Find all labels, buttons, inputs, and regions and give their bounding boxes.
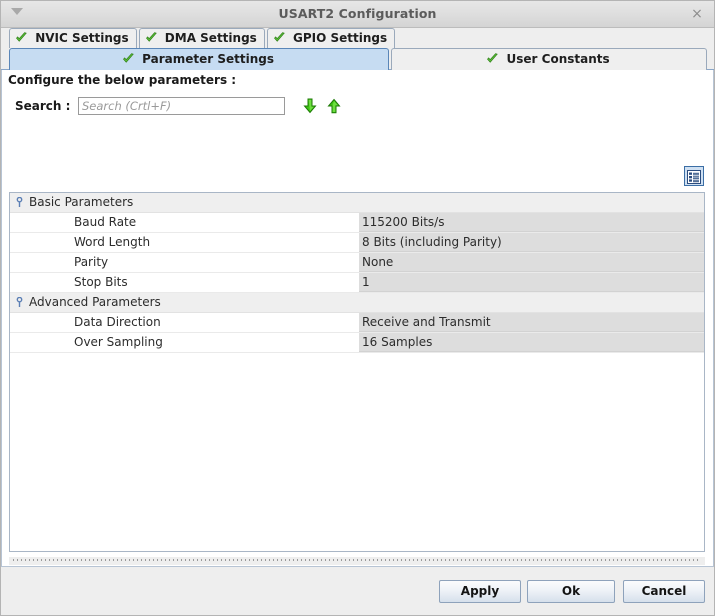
row-name: Over Sampling [74,335,163,349]
table-row[interactable]: Baud Rate 115200 Bits/s [10,213,704,233]
list-view-icon [687,169,701,188]
splitter-grip-icon [13,559,701,561]
tab-panel-parameter-settings: Configure the below parameters : Search … [1,70,714,566]
cancel-button[interactable]: Cancel [623,580,705,603]
tab-gpio-settings[interactable]: GPIO Settings [266,28,396,48]
group-label: Basic Parameters [29,195,134,209]
table-row[interactable]: Parity None [10,253,704,273]
table-row[interactable]: Word Length 8 Bits (including Parity) [10,233,704,253]
green-check-icon [273,32,290,47]
tree-expanded-icon[interactable] [10,297,29,308]
parameter-table[interactable]: Basic Parameters Baud Rate 115200 Bits/s… [9,192,705,552]
green-arrow-down-icon[interactable] [302,98,318,114]
tab-parameter-settings[interactable]: Parameter Settings [9,48,389,70]
ok-button[interactable]: Ok [527,580,615,603]
search-input[interactable] [78,97,285,115]
group-name-cell: Basic Parameters [10,193,359,212]
table-row[interactable]: Stop Bits 1 [10,273,704,293]
list-view-toggle-button[interactable] [684,166,704,186]
green-check-icon [145,32,162,47]
dialog-footer: Apply Ok Cancel [1,566,714,615]
row-value[interactable]: Receive and Transmit [359,313,704,332]
close-icon[interactable]: × [688,5,706,23]
row-name: Data Direction [74,315,161,329]
row-value[interactable]: None [359,253,704,272]
row-value[interactable]: 115200 Bits/s [359,213,704,232]
row-name: Baud Rate [74,215,137,229]
group-value-cell [359,193,704,212]
row-name: Word Length [74,235,151,249]
panel-splitter[interactable] [9,557,705,565]
green-check-icon [122,53,139,68]
green-check-icon [15,32,32,47]
table-group-row[interactable]: Advanced Parameters [10,293,704,313]
tab-label: User Constants [506,52,610,66]
tree-expanded-icon[interactable] [10,197,29,208]
tab-row-secondary: Parameter Settings User Constants [1,48,714,70]
tab-user-constants[interactable]: User Constants [391,48,707,70]
row-name: Parity [74,255,109,269]
row-value[interactable]: 1 [359,273,704,292]
tab-label: DMA Settings [164,31,257,45]
tab-label: NVIC Settings [35,31,129,45]
search-bar: Search : [2,92,713,124]
group-name-cell: Advanced Parameters [10,293,359,312]
row-value[interactable]: 16 Samples [359,333,704,352]
apply-button[interactable]: Apply [439,580,521,603]
dialog-window: USART2 Configuration × NVIC Settings DMA… [0,0,715,616]
row-value[interactable]: 8 Bits (including Parity) [359,233,704,252]
tab-dma-settings[interactable]: DMA Settings [138,28,265,48]
table-group-row[interactable]: Basic Parameters [10,193,704,213]
group-label: Advanced Parameters [29,295,161,309]
table-row[interactable]: Data Direction Receive and Transmit [10,313,704,333]
green-arrow-up-icon[interactable] [326,98,342,114]
title-bar: USART2 Configuration × [1,1,714,28]
green-check-icon [486,53,503,68]
group-value-cell [359,293,704,312]
search-label: Search : [15,99,71,113]
tab-label: Parameter Settings [142,52,275,66]
row-name: Stop Bits [74,275,128,289]
table-row[interactable]: Over Sampling 16 Samples [10,333,704,353]
tab-nvic-settings[interactable]: NVIC Settings [9,28,137,48]
tab-label: GPIO Settings [293,31,388,45]
tab-row-primary: NVIC Settings DMA Settings GPIO Settings [1,28,714,48]
window-title: USART2 Configuration [278,6,437,21]
panel-heading: Configure the below parameters : [2,70,713,92]
